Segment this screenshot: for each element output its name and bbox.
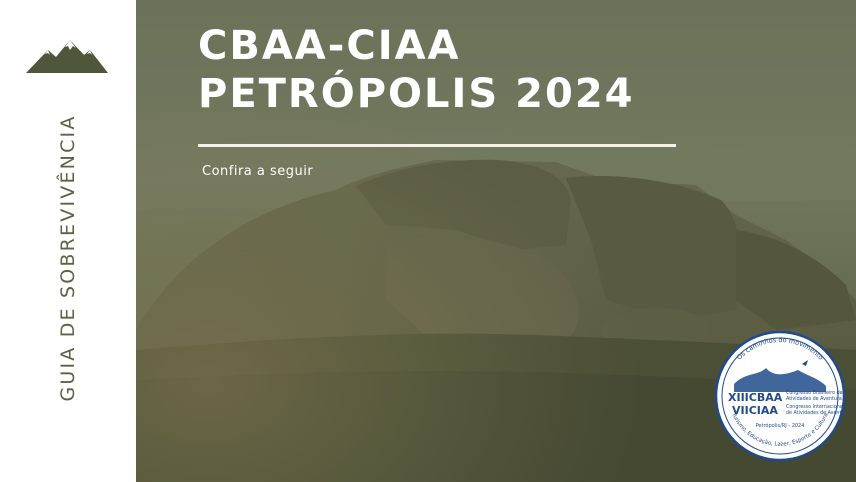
seal-line2-small-a: Congresso Internacional: [786, 404, 844, 410]
vertical-title: GUIA DE SOBREVIVÊNCIA: [57, 114, 79, 402]
seal-footer: Petrópolis/RJ - 2024: [756, 422, 805, 429]
subtitle: Confira a seguir: [202, 164, 314, 179]
sidebar: GUIA DE SOBREVIVÊNCIA: [0, 0, 136, 482]
seal-line2-small-b: de Atividades de Aventura: [786, 410, 849, 416]
seal-line1-small-a: Congresso Brasileiro de: [786, 390, 843, 396]
event-seal-logo: Os caminhos do movimento XIIICBAA Congre…: [706, 328, 854, 464]
title-line-1: CBAA-CIAA: [198, 23, 461, 69]
mountain-peaks-icon: [26, 40, 108, 73]
hero-banner: CBAA-CIAA PETRÓPOLIS 2024 Confira a segu…: [136, 0, 856, 482]
title-divider: [198, 144, 676, 147]
seal-line1-small-b: Atividades de Aventura: [786, 396, 842, 402]
seal-line2-big: VIICIAA: [732, 404, 778, 417]
title-line-2: PETRÓPOLIS 2024: [198, 71, 635, 117]
seal-line1-big: XIIICBAA: [728, 391, 783, 404]
page-title: CBAA-CIAA PETRÓPOLIS 2024: [198, 22, 634, 118]
